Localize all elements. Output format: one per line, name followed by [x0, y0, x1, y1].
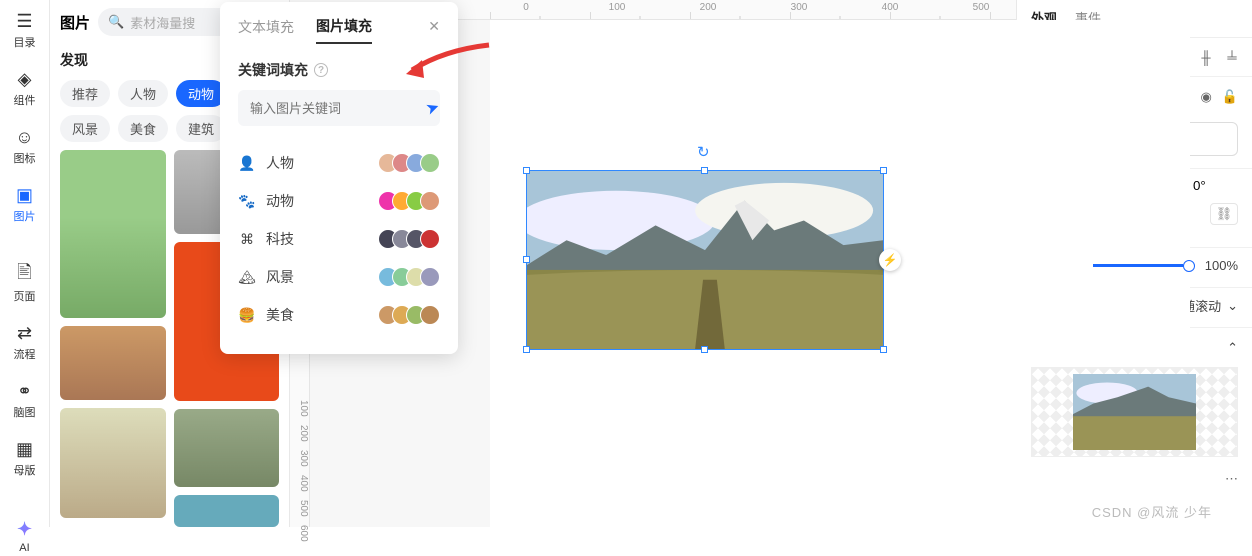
category-icon: 🏔 [238, 269, 256, 286]
gallery-thumb[interactable] [60, 150, 166, 318]
resize-handle[interactable] [523, 346, 530, 353]
chip-美食[interactable]: 美食 [118, 115, 168, 142]
rotate-handle-icon[interactable]: ↻ [697, 143, 710, 161]
rail-icon: ✦ [14, 518, 36, 540]
popup-tab-image[interactable]: 图片填充 [316, 16, 372, 44]
gallery-thumb[interactable] [60, 326, 166, 400]
rail-icon: ⚭ [14, 380, 36, 402]
visibility-icon[interactable]: ◉ [1200, 89, 1211, 105]
resize-handle[interactable] [701, 346, 708, 353]
chip-建筑[interactable]: 建筑 [176, 115, 226, 142]
rail-图片[interactable]: ▣图片 [0, 182, 49, 226]
rail-icon: ☰ [14, 10, 36, 32]
search-icon: 🔍 [108, 14, 124, 30]
send-icon[interactable]: ➤ [423, 96, 442, 119]
category-icon: 🐾 [238, 193, 256, 210]
category-人物[interactable]: 👤人物 [238, 144, 440, 182]
rail-icon: ◈ [14, 68, 36, 90]
keyword-title: 关键词填充 [238, 60, 308, 80]
rail-icon: ☺ [14, 126, 36, 148]
resize-handle[interactable] [523, 167, 530, 174]
rail-脑图[interactable]: ⚭脑图 [0, 378, 49, 422]
help-icon[interactable]: ? [314, 63, 328, 77]
rail-icon: 🖹 [14, 264, 36, 286]
rail-组件[interactable]: ◈组件 [0, 66, 49, 110]
rail-icon: ▦ [14, 438, 36, 460]
resize-handle[interactable] [880, 167, 887, 174]
resize-handle[interactable] [880, 346, 887, 353]
rail-AI[interactable]: ✦AI [0, 516, 49, 556]
rail-页面[interactable]: 🖹页面 [0, 262, 49, 306]
category-科技[interactable]: ⌘科技 [238, 220, 440, 258]
selected-image[interactable]: ↻ ⚡ [526, 170, 884, 350]
quick-action-icon[interactable]: ⚡ [879, 249, 901, 271]
distribute-middle-icon[interactable]: ╫ [1197, 48, 1215, 66]
chip-人物[interactable]: 人物 [118, 80, 168, 107]
chip-动物[interactable]: 动物 [176, 80, 226, 107]
resize-handle[interactable] [523, 256, 530, 263]
category-previews [384, 153, 440, 173]
tab-discover[interactable]: 发现 [60, 50, 88, 70]
category-previews [384, 305, 440, 325]
keyword-text-input[interactable] [250, 101, 426, 116]
distribute-bottom-icon[interactable]: ╧ [1223, 48, 1241, 66]
chevron-down-icon: ⌄ [1227, 298, 1238, 314]
category-icon: 👤 [238, 155, 256, 172]
category-previews [384, 267, 440, 287]
rail-流程[interactable]: ⇄流程 [0, 320, 49, 364]
watermark: CSDN @风流 少年 [1092, 502, 1212, 521]
rail-icon: ⇄ [14, 322, 36, 344]
gallery-thumb[interactable] [60, 408, 166, 518]
chevron-up-icon[interactable]: ⌃ [1227, 340, 1238, 356]
category-icon: ⌘ [238, 231, 256, 248]
rail-母版[interactable]: ▦母版 [0, 436, 49, 480]
chip-风景[interactable]: 风景 [60, 115, 110, 142]
category-风景[interactable]: 🏔风景 [238, 258, 440, 296]
resize-handle[interactable] [701, 167, 708, 174]
keyword-input[interactable]: ➤ [238, 90, 440, 126]
rotation-input[interactable] [1193, 178, 1231, 193]
category-previews [384, 229, 440, 249]
image-preview [1031, 367, 1238, 457]
annotation-arrow [404, 40, 494, 85]
lock-icon[interactable]: 🔓 [1222, 89, 1238, 105]
category-美食[interactable]: 🍔美食 [238, 296, 440, 334]
opacity-slider[interactable] [1093, 264, 1195, 267]
rail-图标[interactable]: ☺图标 [0, 124, 49, 168]
panel-title: 图片 [60, 12, 90, 33]
rail-目录[interactable]: ☰目录 [0, 8, 49, 52]
rail-icon: ▣ [14, 184, 36, 206]
chip-推荐[interactable]: 推荐 [60, 80, 110, 107]
left-nav-rail: ☰目录◈组件☺图标▣图片🖹页面⇄流程⚭脑图▦母版✦AI [0, 0, 50, 527]
close-icon[interactable]: ✕ [428, 18, 440, 35]
gallery-thumb[interactable] [174, 409, 280, 487]
link-dimensions-icon[interactable]: ⛓ [1210, 203, 1238, 225]
category-动物[interactable]: 🐾动物 [238, 182, 440, 220]
category-icon: 🍔 [238, 307, 256, 324]
category-previews [384, 191, 440, 211]
gallery-thumb[interactable] [174, 495, 280, 527]
more-icon[interactable]: ⋯ [1225, 471, 1238, 487]
popup-tab-text[interactable]: 文本填充 [238, 17, 294, 43]
opacity-value: 100% [1205, 258, 1238, 273]
